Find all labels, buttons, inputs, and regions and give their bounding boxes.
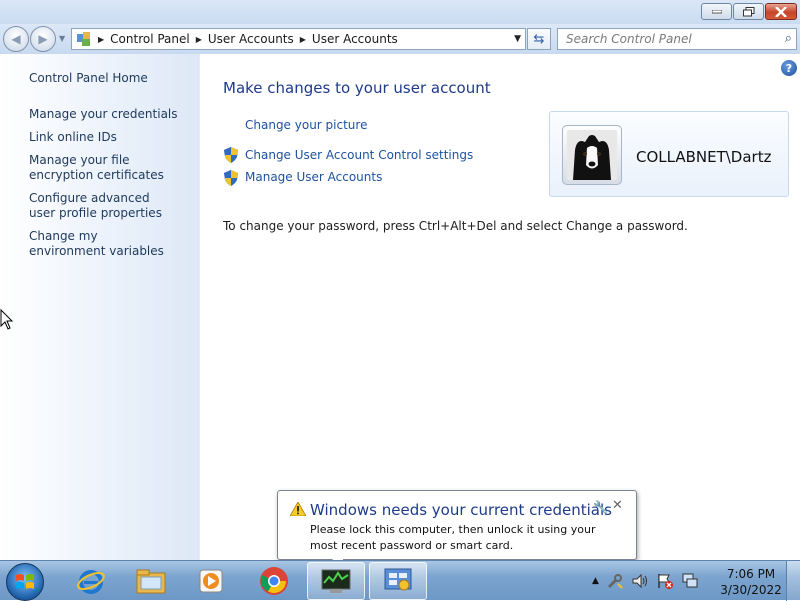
mouse-cursor-icon <box>0 309 14 330</box>
refresh-icon: ⇆ <box>533 31 545 47</box>
credentials-wrench-icon[interactable] <box>606 572 624 590</box>
close-icon <box>775 6 787 17</box>
notification-balloon[interactable]: Windows needs your current credentials 🔧… <box>277 490 637 560</box>
search-icon[interactable]: ⌕ <box>785 31 792 46</box>
start-button[interactable] <box>6 563 44 601</box>
close-button[interactable] <box>765 3 797 20</box>
clock-time: 7:06 PM <box>726 567 776 581</box>
media-player-icon <box>199 569 223 593</box>
notification-body: Please lock this computer, then unlock i… <box>310 523 596 552</box>
password-instructions: To change your password, press Ctrl+Alt+… <box>223 219 688 233</box>
notification-title: Windows needs your current credentials <box>310 501 612 519</box>
address-dropdown-icon[interactable]: ▼ <box>514 34 521 44</box>
page-title: Make changes to your user account <box>223 79 491 97</box>
sidebar-item-manage-credentials[interactable]: Manage your credentials <box>29 107 178 122</box>
show-hidden-icons-icon[interactable]: ▲ <box>592 576 599 586</box>
address-bar[interactable]: ▶ Control Panel ▶ User Accounts ▶ User A… <box>71 28 526 50</box>
restore-icon <box>742 6 754 16</box>
dog-picture-icon <box>567 130 617 180</box>
avatar[interactable] <box>567 130 617 180</box>
system-tray: ▲ <box>592 572 699 590</box>
control-panel-icon <box>384 568 412 591</box>
performance-monitor-icon <box>321 569 351 593</box>
action-center-flag-icon[interactable] <box>656 572 674 590</box>
breadcrumb-separator: ▶ <box>299 34 306 44</box>
sidebar-item-control-panel-home[interactable]: Control Panel Home <box>29 71 148 86</box>
breadcrumb-control-panel[interactable]: Control Panel <box>110 32 190 46</box>
navigation-bar: ◀ ▶ ▼ ▶ Control Panel ▶ User Accounts ▶ … <box>0 24 800 54</box>
uac-shield-icon <box>224 170 238 186</box>
uac-shield-icon <box>224 147 238 163</box>
taskbar: ▲ 7:06 PM 3/30/2022 <box>0 560 800 601</box>
avatar-frame <box>562 125 622 185</box>
user-name: COLLABNET\Dartz <box>636 148 772 166</box>
refresh-button[interactable]: ⇆ <box>527 28 551 50</box>
taskbar-media-player[interactable] <box>182 562 240 600</box>
clock-date: 3/30/2022 <box>720 583 782 597</box>
manage-user-accounts-link[interactable]: Manage User Accounts <box>245 170 382 184</box>
minimize-button[interactable] <box>701 3 732 20</box>
breadcrumb-user-accounts-current[interactable]: User Accounts <box>312 32 398 46</box>
wrench-icon[interactable]: 🔧 <box>593 500 608 514</box>
breadcrumb-user-accounts[interactable]: User Accounts <box>208 32 294 46</box>
forward-button[interactable]: ▶ <box>30 26 56 52</box>
close-icon[interactable]: ✕ <box>612 498 623 513</box>
taskbar-file-explorer[interactable] <box>122 562 180 600</box>
network-icon[interactable] <box>681 572 699 590</box>
show-desktop-button[interactable] <box>786 561 800 601</box>
user-account-tile: COLLABNET\Dartz <box>549 111 789 197</box>
recent-pages-dropdown[interactable]: ▼ <box>59 34 65 43</box>
restore-button[interactable] <box>733 3 764 20</box>
sidebar-item-advanced-profile[interactable]: Configure advanced user profile properti… <box>29 191 169 221</box>
taskbar-performance-monitor[interactable] <box>307 562 365 600</box>
taskbar-internet-explorer[interactable] <box>62 562 120 600</box>
clock[interactable]: 7:06 PM 3/30/2022 <box>720 566 782 598</box>
file-explorer-icon <box>136 569 166 594</box>
breadcrumb-separator: ▶ <box>98 34 105 44</box>
change-uac-settings-link[interactable]: Change User Account Control settings <box>245 148 473 162</box>
taskbar-control-panel[interactable] <box>369 562 427 600</box>
sidebar-item-file-encryption[interactable]: Manage your file encryption certificates <box>29 153 189 183</box>
sidebar-item-environment-variables[interactable]: Change my environment variables <box>29 229 169 259</box>
back-arrow-icon: ◀ <box>11 32 21 46</box>
search-box[interactable]: ⌕ <box>557 28 797 50</box>
volume-icon[interactable] <box>631 572 649 590</box>
warning-icon <box>290 502 306 516</box>
breadcrumb-separator: ▶ <box>195 34 202 44</box>
minimize-icon <box>711 9 722 13</box>
change-picture-link[interactable]: Change your picture <box>245 118 367 132</box>
back-button[interactable]: ◀ <box>3 26 29 52</box>
windows-logo-icon <box>16 574 34 589</box>
control-panel-icon <box>77 32 90 46</box>
taskbar-chrome[interactable] <box>245 562 303 600</box>
sidebar-item-link-online-ids[interactable]: Link online IDs <box>29 130 117 145</box>
search-input[interactable] <box>558 29 768 49</box>
internet-explorer-icon <box>77 570 105 594</box>
window-title-bar <box>0 0 800 24</box>
help-icon[interactable]: ? <box>781 60 797 76</box>
forward-arrow-icon: ▶ <box>38 32 48 46</box>
chrome-icon <box>260 567 288 595</box>
